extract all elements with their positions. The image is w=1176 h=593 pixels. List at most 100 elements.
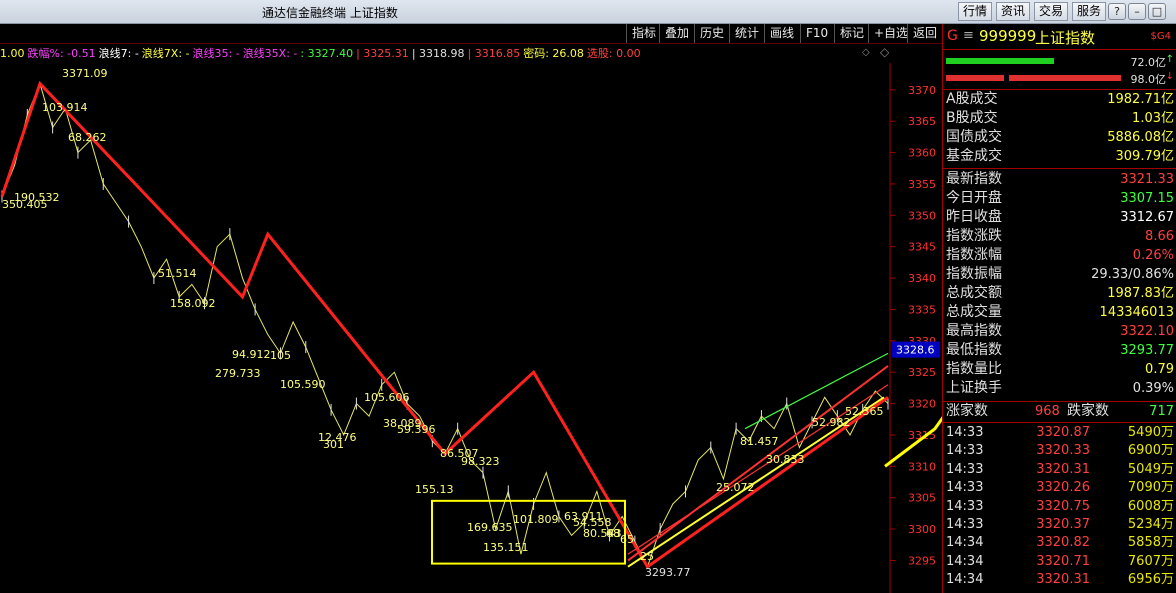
tick-row: 14:33 3320.75 6008万 (946, 498, 1176, 516)
stat-label: 昨日收盘 (946, 209, 1002, 225)
tick-time: 14:34 (946, 535, 984, 551)
stat-row: 最低指数 3293.77 (943, 341, 1176, 360)
menu-quotes[interactable]: 行情 (958, 2, 993, 21)
maximize-button[interactable]: □ (1148, 3, 1166, 20)
chart-toolbar: 指标 叠加 历史 统计 画线 F10 标记 +自选 返回 (0, 24, 942, 44)
menu-service[interactable]: 服务 (1072, 2, 1107, 21)
tool-history[interactable]: 历史 (694, 24, 729, 43)
wave-label: 158.092 (170, 297, 216, 310)
stat-value: 0.26% (1132, 248, 1174, 263)
stat-label: 指数涨幅 (946, 247, 1002, 263)
index-tag: $G4 (1150, 31, 1171, 42)
title-bar: 通达信金融终端 上证指数 行情 资讯 交易 服务 ? – □ (0, 0, 1176, 24)
tool-indicator[interactable]: 指标 (626, 24, 661, 43)
price-axis-label: 3360 (908, 147, 936, 160)
tool-mark[interactable]: 标记 (834, 24, 869, 43)
down-bar-value: 98.0亿 (1130, 73, 1167, 86)
minimize-button[interactable]: – (1128, 3, 1146, 20)
volume-row: 基金成交 309.79亿 (943, 147, 1176, 166)
tool-overlay[interactable]: 叠加 (659, 24, 694, 43)
stat-value: 1987.83亿 (1107, 286, 1174, 301)
stat-label: 指数振幅 (946, 266, 1002, 282)
up-arrow-icon: ↑ (1165, 54, 1174, 65)
wave-label: 350.405 (2, 198, 48, 211)
price-axis-label: 3295 (908, 554, 936, 567)
volume-label: 基金成交 (946, 148, 1002, 164)
indicator-left-value: 1.00 (0, 47, 25, 60)
stat-label: 上证换手 (946, 380, 1002, 396)
tick-volume: 7090万 (1127, 480, 1174, 496)
tick-time: 14:33 (946, 461, 984, 477)
updown-row: 涨家数 968 跌家数 717 (943, 402, 1176, 421)
stat-label: 总成交量 (946, 304, 1002, 320)
indicator-line: 1.00 跌幅%: -0.51 浪线7: - 浪线7X: - 浪线35: - 浪线35X:… (0, 45, 647, 63)
price-chart[interactable]: 3295330033053310331533203325333033353340… (0, 63, 942, 593)
tick-volume: 5858万 (1127, 535, 1174, 551)
tick-price: 3320.31 (1036, 572, 1090, 588)
wave-label: 3371.09 (62, 67, 108, 80)
tick-volume: 6008万 (1127, 498, 1174, 514)
tick-price: 3320.26 (1036, 480, 1090, 496)
stat-value: 29.33/0.86% (1091, 267, 1174, 282)
stat-value: 3307.15 (1120, 191, 1174, 206)
tool-f10[interactable]: F10 (800, 24, 833, 43)
tick-time: 14:33 (946, 480, 984, 496)
tick-time: 14:33 (946, 443, 984, 459)
tool-stats[interactable]: 统计 (729, 24, 764, 43)
stat-value: 3312.67 (1120, 210, 1174, 225)
up-bar (946, 58, 1054, 64)
stat-label: 最低指数 (946, 342, 1002, 358)
menu-icon[interactable]: ≡ (963, 28, 974, 43)
stat-row: 最高指数 3322.10 (943, 322, 1176, 341)
diamond-small-icon[interactable]: ◇ (862, 47, 870, 58)
down-bar-b (1009, 75, 1121, 81)
tick-volume: 6900万 (1127, 443, 1174, 459)
tool-back[interactable]: 返回 (907, 24, 942, 43)
wave-label: 155.13 (415, 483, 454, 496)
stat-value: 0.79 (1145, 362, 1174, 377)
menu-news[interactable]: 资讯 (996, 2, 1031, 21)
indicator-item: 浪线35X: - (242, 47, 298, 60)
wave-label: 52.365 (845, 405, 884, 418)
stat-row: 指数涨幅 0.26% (943, 246, 1176, 265)
help-button[interactable]: ? (1108, 3, 1126, 20)
indicator-item: 浪线7X: - (141, 47, 190, 60)
index-name: 上证指数 (1035, 29, 1096, 47)
stat-value: 3321.33 (1120, 172, 1174, 187)
price-axis-label: 3365 (908, 115, 936, 128)
price-axis-label: 3370 (908, 84, 936, 97)
stat-row: 今日开盘 3307.15 (943, 189, 1176, 208)
wave-label: 94.912 (232, 348, 271, 361)
wave-label: 25 (640, 550, 654, 563)
wave-label: 279.733 (215, 367, 261, 380)
wave-label: 65 (620, 533, 634, 546)
wave-label: 101.809 (513, 513, 559, 526)
tick-time: 14:34 (946, 553, 984, 569)
stat-value: 0.39% (1132, 381, 1174, 396)
wave-label: 3293.77 (645, 566, 691, 579)
down-bar-a (946, 75, 1004, 81)
volume-value: 309.79亿 (1115, 149, 1175, 164)
tick-price: 3320.31 (1036, 461, 1090, 477)
down-arrow-icon: ↓ (1165, 71, 1174, 82)
volume-label: B股成交 (946, 110, 998, 126)
tick-row: 14:33 3320.33 6900万 (946, 442, 1176, 460)
indicator-item: 浪线35: - (192, 47, 240, 60)
stat-label: 指数涨跌 (946, 228, 1002, 244)
stat-row: 总成交量 143346013 (943, 303, 1176, 322)
stat-row: 指数量比 0.79 (943, 360, 1176, 379)
tick-volume: 6956万 (1127, 572, 1174, 588)
wave-label: 135.151 (483, 541, 529, 554)
volume-label: A股成交 (946, 91, 998, 107)
market-tag: G (947, 28, 958, 44)
price-axis-label: 3325 (908, 366, 936, 379)
price-axis-label: 3335 (908, 303, 936, 316)
tick-price: 3320.87 (1036, 425, 1090, 440)
menu-trade[interactable]: 交易 (1034, 2, 1069, 21)
tool-draw[interactable]: 画线 (764, 24, 799, 43)
diamond-icon[interactable]: ◇ (880, 45, 889, 59)
wave-label: 68.262 (68, 131, 107, 144)
up-count: 968 (1035, 404, 1060, 419)
tick-row: 14:33 3320.31 5049万 (946, 461, 1176, 479)
volume-row: B股成交 1.03亿 (943, 109, 1176, 128)
